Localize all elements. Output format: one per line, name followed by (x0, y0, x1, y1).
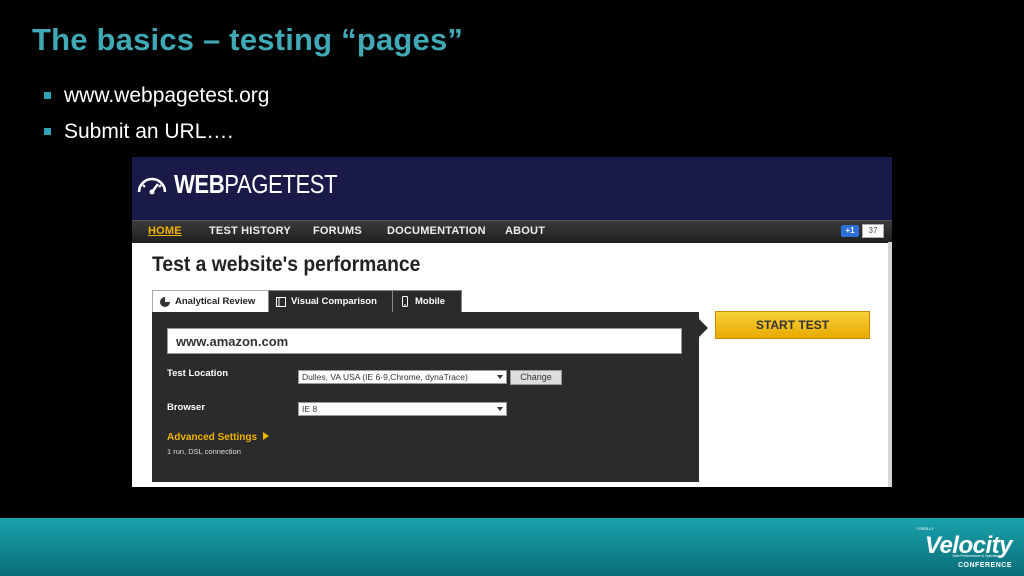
advanced-settings-summary: 1 run, DSL connection (167, 447, 241, 456)
main-nav: HOME TEST HISTORY FORUMS DOCUMENTATION A… (132, 220, 892, 243)
slide-footer: O'REILLY Velocity Web Performance & Oper… (0, 518, 1024, 576)
site-header: WEBPAGETEST (132, 157, 892, 220)
google-plus-count: 37 (862, 224, 884, 238)
page-edge (888, 242, 892, 487)
url-input[interactable] (167, 328, 682, 354)
tab-visual-comparison[interactable]: Visual Comparison (268, 290, 393, 312)
page-heading: Test a website's performance (152, 253, 421, 276)
speedometer-icon (137, 177, 167, 195)
nav-forums[interactable]: FORUMS (313, 225, 362, 237)
slide-title: The basics – testing “pages” (32, 22, 464, 57)
nav-home[interactable]: HOME (148, 225, 182, 237)
test-location-select[interactable]: Dulles, VA USA (IE 6-9,Chrome, dynaTrace… (298, 370, 507, 384)
tab-mobile[interactable]: Mobile (392, 290, 462, 312)
bullet-item: www.webpagetest.org (44, 78, 269, 114)
test-location-label: Test Location (167, 368, 229, 379)
velocity-conference-logo: O'REILLY Velocity Web Performance & Oper… (916, 526, 1013, 569)
change-location-button[interactable]: Change (510, 370, 562, 385)
test-settings-panel: Test Location Dulles, VA USA (IE 6-9,Chr… (152, 312, 699, 482)
pie-chart-icon (160, 297, 170, 307)
tab-analytical-review[interactable]: Analytical Review (152, 290, 269, 312)
film-icon (276, 297, 286, 307)
site-logo[interactable]: WEBPAGETEST (136, 167, 366, 201)
browser-label: Browser (167, 402, 206, 413)
start-test-button[interactable]: START TEST (715, 311, 870, 339)
bullet-square-icon (44, 92, 51, 99)
browser-select[interactable]: IE 8 (298, 402, 507, 416)
nav-test-history[interactable]: TEST HISTORY (209, 225, 291, 237)
google-plus-button[interactable]: +1 (841, 225, 859, 237)
advanced-settings-link[interactable]: Advanced Settings (167, 432, 270, 443)
nav-about[interactable]: ABOUT (505, 225, 545, 237)
chevron-down-icon (497, 375, 503, 379)
mobile-phone-icon (402, 296, 408, 307)
triangle-right-icon (263, 432, 270, 440)
bullet-square-icon (44, 128, 51, 135)
webpagetest-screenshot: WEBPAGETEST HOME TEST HISTORY FORUMS DOC… (132, 157, 892, 487)
panel-pointer-arrow (699, 319, 708, 337)
chevron-down-icon (497, 407, 503, 411)
bullet-list: www.webpagetest.org Submit an URL…. (44, 78, 269, 150)
logo-text: WEBPAGETEST (174, 168, 338, 199)
bullet-item: Submit an URL…. (44, 114, 269, 150)
nav-documentation[interactable]: DOCUMENTATION (387, 225, 486, 237)
